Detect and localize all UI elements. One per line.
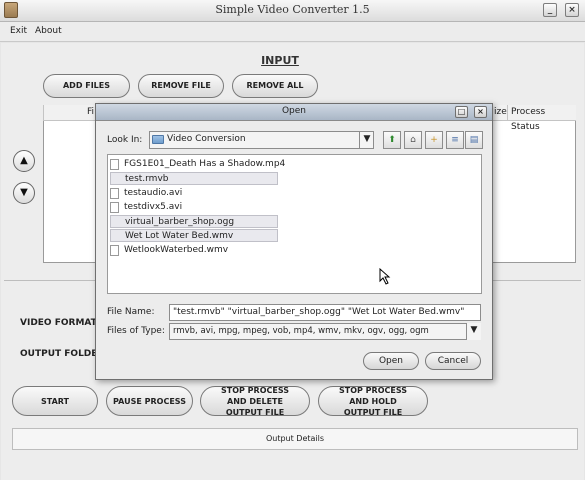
- up-arrow-icon: ▲: [20, 155, 28, 166]
- video-format-label: VIDEO FORMAT: [20, 318, 97, 328]
- up-folder-icon[interactable]: ⬆: [383, 131, 401, 149]
- close-icon[interactable]: ×: [565, 3, 579, 17]
- table-header-status[interactable]: Process Status: [507, 105, 576, 132]
- files-of-type-select[interactable]: rmvb, avi, mpg, mpeg, vob, mp4, wmv, mkv…: [169, 323, 481, 340]
- files-of-type-label: Files of Type:: [107, 326, 165, 336]
- menu-about[interactable]: About: [35, 26, 62, 36]
- new-folder-icon[interactable]: +: [425, 131, 443, 149]
- file-item-selected[interactable]: test.rmvb: [110, 172, 278, 185]
- remove-all-button[interactable]: REMOVE ALL: [232, 74, 318, 98]
- file-item[interactable]: testdivx5.avi: [110, 201, 182, 214]
- stop-hold-button[interactable]: STOP PROCESS AND HOLD OUTPUT FILE: [318, 386, 428, 417]
- table-header-file-label: Fi: [87, 107, 95, 117]
- input-heading: INPUT: [261, 54, 299, 67]
- remove-file-button[interactable]: REMOVE FILE: [138, 74, 224, 98]
- maximize-icon[interactable]: □: [455, 106, 468, 118]
- add-files-button[interactable]: ADD FILES: [43, 74, 130, 98]
- file-item[interactable]: testaudio.avi: [110, 187, 182, 200]
- cancel-button[interactable]: Cancel: [425, 352, 481, 370]
- move-up-button[interactable]: ▲: [13, 150, 35, 172]
- file-name-label: File Name:: [107, 307, 155, 317]
- file-name-input[interactable]: "test.rmvb" "virtual_barber_shop.ogg" "W…: [169, 304, 481, 321]
- move-down-button[interactable]: ▼: [13, 182, 35, 204]
- details-view-icon[interactable]: ▤: [465, 131, 483, 149]
- file-item[interactable]: WetlookWaterbed.wmv: [110, 244, 228, 257]
- start-button[interactable]: START: [12, 386, 98, 416]
- file-item-selected[interactable]: virtual_barber_shop.ogg: [110, 215, 278, 228]
- minimize-icon[interactable]: _: [543, 3, 557, 17]
- dialog-close-icon[interactable]: ×: [474, 106, 487, 118]
- down-arrow-icon: ▼: [20, 187, 28, 198]
- mouse-cursor-icon: [379, 268, 391, 285]
- open-button[interactable]: Open: [363, 352, 419, 370]
- table-header-file[interactable]: Fi: [43, 105, 103, 121]
- output-details-panel: Output Details: [12, 428, 578, 450]
- home-icon[interactable]: ⌂: [404, 131, 422, 149]
- dialog-title: Open: [281, 106, 307, 116]
- look-in-label: Look In:: [107, 135, 143, 145]
- window-title: Simple Video Converter 1.5: [215, 3, 370, 16]
- file-item[interactable]: FGS1E01_Death Has a Shadow.mp4: [110, 158, 285, 171]
- folder-icon: [152, 135, 164, 144]
- file-item-selected[interactable]: Wet Lot Water Bed.wmv: [110, 229, 278, 242]
- menu-exit[interactable]: Exit: [10, 26, 27, 36]
- menu-bar: [0, 22, 585, 42]
- stop-delete-button[interactable]: STOP PROCESS AND DELETE OUTPUT FILE: [200, 386, 310, 417]
- output-folder-label: OUTPUT FOLDE: [20, 349, 98, 359]
- chevron-down-icon[interactable]: ▼: [466, 323, 481, 340]
- look-in-value: Video Conversion: [167, 134, 246, 144]
- pause-process-button[interactable]: PAUSE PROCESS: [106, 386, 193, 416]
- chevron-down-icon[interactable]: ▼: [359, 131, 374, 149]
- list-view-icon[interactable]: ≡: [446, 131, 464, 149]
